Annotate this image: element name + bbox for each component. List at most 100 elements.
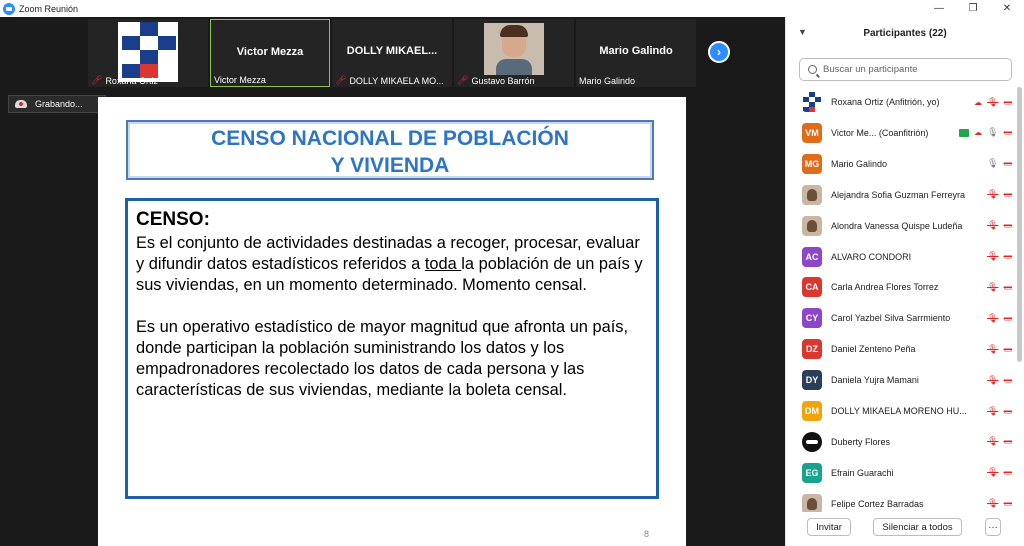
avatar [802,215,822,236]
recording-indicator[interactable]: Grabando... [8,95,106,113]
video-thumbnail[interactable]: DOLLY MIKAEL... 🎤︎ DOLLY MIKAELA MO... [332,19,452,87]
thumbnail-name: DOLLY MIKAELA MO... [349,75,444,86]
more-button[interactable]: ··· [985,518,1001,536]
slide-page-number: 8 [644,529,650,539]
participant-logo-icon [118,22,178,82]
zoom-logo-icon [3,2,15,15]
avatar: AC [802,246,822,267]
participant-row[interactable]: Alejandra Sofia Guzman Ferreyra 🎙︎ ▭ [786,180,1016,210]
thumbnail-big-name: Victor Mezza [236,46,304,58]
participant-row[interactable]: AC ALVARO CONDORI 🎙︎ ▭ [786,242,1016,272]
video-off-icon[interactable]: ▭ [1003,498,1012,509]
mic-icon[interactable]: 🎙︎ [987,158,998,169]
video-off-icon[interactable]: ▭ [1003,436,1012,447]
avatar: VM [802,122,822,143]
slide-heading: CENSO: [136,209,210,230]
mic-muted-icon[interactable]: 🎙︎ [987,436,998,447]
minimize-button[interactable]: — [922,0,956,17]
chevron-down-icon[interactable]: ▼ [798,27,807,37]
mic-muted-icon[interactable]: 🎙︎ [987,467,998,478]
mic-muted-icon[interactable]: 🎙︎ [987,344,998,355]
close-button[interactable]: ✕ [990,0,1024,17]
participant-row[interactable]: Felipe Cortez Barradas 🎙︎ ▭ [786,489,1016,512]
participant-row[interactable]: Roxana Ortiz (Anfitrión, yo) ☁ 🎙︎ ▭ [786,87,1016,117]
thumbnail-label: Mario Galindo [579,76,635,86]
video-thumbnail-active[interactable]: Victor Mezza Victor Mezza [210,19,330,87]
participant-name: Victor Me... (Coanfitrión) [831,127,929,138]
video-off-icon[interactable]: ▭ [1003,467,1012,478]
mic-muted-icon[interactable]: 🎙︎ [987,189,998,200]
avatar [802,431,822,452]
mic-muted-icon[interactable]: 🎙︎ [987,220,998,231]
mic-muted-icon[interactable]: 🎙︎ [987,498,998,509]
search-icon [808,65,817,74]
mic-muted-icon[interactable]: 🎙︎ [987,375,998,386]
avatar: DY [802,370,822,391]
participant-row[interactable]: MG Mario Galindo 🎙︎ ▭ [786,149,1016,179]
avatar: DM [802,401,822,421]
thumbnail-big-name: Mario Galindo [599,45,673,57]
thumbnail-label: Victor Mezza [214,75,266,85]
participant-row[interactable]: DZ Daniel Zenteno Peña 🎙︎ ▭ [786,334,1016,364]
avatar: CY [802,308,822,329]
participant-status-icons: 🎙︎ ▭ [987,158,1012,169]
slide-title-line2: Y VIVIENDA [330,154,450,177]
search-input[interactable] [823,64,1003,75]
avatar [802,92,822,112]
video-thumbnail[interactable]: 🎤︎ Gustavo Barrón [454,19,574,87]
video-off-icon[interactable]: ▭ [1003,127,1012,138]
mic-icon[interactable]: 🎙︎ [987,127,998,138]
participant-row[interactable]: EG Efrain Guarachi 🎙︎ ▭ [786,458,1016,488]
video-off-icon[interactable]: ▭ [1003,282,1012,293]
participant-row[interactable]: Duberty Flores 🎙︎ ▭ [786,427,1016,457]
video-off-icon[interactable]: ▭ [1003,406,1012,417]
video-off-icon[interactable]: ▭ [1003,251,1012,262]
restore-button[interactable]: ❐ [956,0,990,17]
participant-search[interactable] [799,58,1012,81]
mic-muted-icon[interactable]: 🎙︎ [987,406,998,417]
participant-status-icons: 🎙︎ ▭ [987,344,1012,355]
participant-status-icons: ☁ 🎙︎ ▭ [959,127,1012,138]
mic-muted-icon[interactable]: 🎙︎ [987,282,998,293]
thumbnail-big-name: DOLLY MIKAEL... [346,45,438,57]
video-off-icon[interactable]: ▭ [1003,344,1012,355]
participant-row[interactable]: CY Carol Yazbel Silva Sarrmiento 🎙︎ ▭ [786,303,1016,333]
participant-list-scrollbar[interactable] [1017,87,1022,362]
participant-row[interactable]: DY Daniela Yujra Mamani 🎙︎ ▭ [786,365,1016,395]
thumbnail-label: 🎤︎ Gustavo Barrón [457,75,534,86]
video-off-icon[interactable]: ▭ [1003,97,1012,108]
video-off-icon[interactable]: ▭ [1003,158,1012,169]
participant-status-icons: 🎙︎ ▭ [987,406,1012,417]
participant-name: Alejandra Sofia Guzman Ferreyra [831,189,966,200]
slide-paragraph-2: Es un operativo estadístico de mayor mag… [136,318,629,399]
video-off-icon[interactable]: ▭ [1003,375,1012,386]
avatar: DZ [802,339,822,360]
mute-all-button[interactable]: Silenciar a todos [873,518,962,536]
video-off-icon[interactable]: ▭ [1003,189,1012,200]
mic-muted-icon[interactable]: 🎙︎ [987,313,998,324]
participant-name: Carla Andrea Flores Torrez [831,282,939,293]
mic-muted-icon: 🎤︎ [335,75,347,85]
mic-muted-icon[interactable]: 🎙︎ [987,97,998,108]
participant-row[interactable]: DM DOLLY MIKAELA MORENO HU... 🎙︎ ▭ [786,396,1016,426]
video-off-icon[interactable]: ▭ [1003,313,1012,324]
participant-row[interactable]: CA Carla Andrea Flores Torrez 🎙︎ ▭ [786,272,1016,302]
video-off-icon[interactable]: ▭ [1003,220,1012,231]
participant-name: Felipe Cortez Barradas [831,498,924,509]
participant-status-icons: 🎙︎ ▭ [987,220,1012,231]
avatar: CA [802,277,822,298]
recording-label: Grabando... [35,99,83,109]
participant-name: Alondra Vanessa Quispe Ludeña [831,220,963,231]
participant-row[interactable]: Alondra Vanessa Quispe Ludeña 🎙︎ ▭ [786,211,1016,241]
panel-title: Participantes (22) [863,27,947,39]
mic-muted-icon[interactable]: 🎙︎ [987,251,998,262]
avatar: EG [802,462,822,483]
participant-row[interactable]: VM Victor Me... (Coanfitrión) ☁ 🎙︎ ▭ [786,118,1016,148]
thumbnail-name: Gustavo Barrón [471,75,535,86]
next-page-button[interactable]: › [708,41,730,63]
participant-name: Daniela Yujra Mamani [831,375,919,386]
video-thumbnail[interactable]: 🎤︎ Roxana Ortiz [88,19,208,87]
thumbnail-name: Mario Galindo [579,76,636,86]
invite-button[interactable]: Invitar [807,518,851,536]
video-thumbnail[interactable]: Mario Galindo Mario Galindo [576,19,696,87]
